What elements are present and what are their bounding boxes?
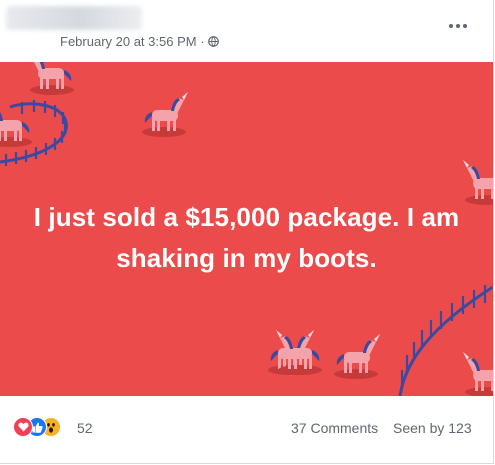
love-reaction-icon (13, 417, 33, 437)
globe-icon (208, 36, 220, 47)
post-text: I just sold a $15,000 package. I am shak… (33, 202, 460, 273)
reaction-count: 52 (77, 420, 93, 436)
post-card: February 20 at 3:56 PM · I just sold a $… (0, 0, 494, 464)
author-name-blurred[interactable] (6, 6, 142, 30)
post-meta: February 20 at 3:56 PM · (60, 34, 220, 49)
post-background-image: I just sold a $15,000 package. I am shak… (0, 62, 493, 396)
seen-by-count[interactable]: Seen by 123 (393, 420, 472, 436)
comments-link[interactable]: 37 Comments (291, 420, 378, 436)
post-header: February 20 at 3:56 PM · (0, 0, 493, 62)
post-footer: 52 37 Comments Seen by 123 (0, 396, 493, 463)
more-options-icon[interactable] (445, 18, 471, 34)
meta-separator: · (200, 34, 205, 49)
post-timestamp[interactable]: February 20 at 3:56 PM (60, 34, 197, 49)
